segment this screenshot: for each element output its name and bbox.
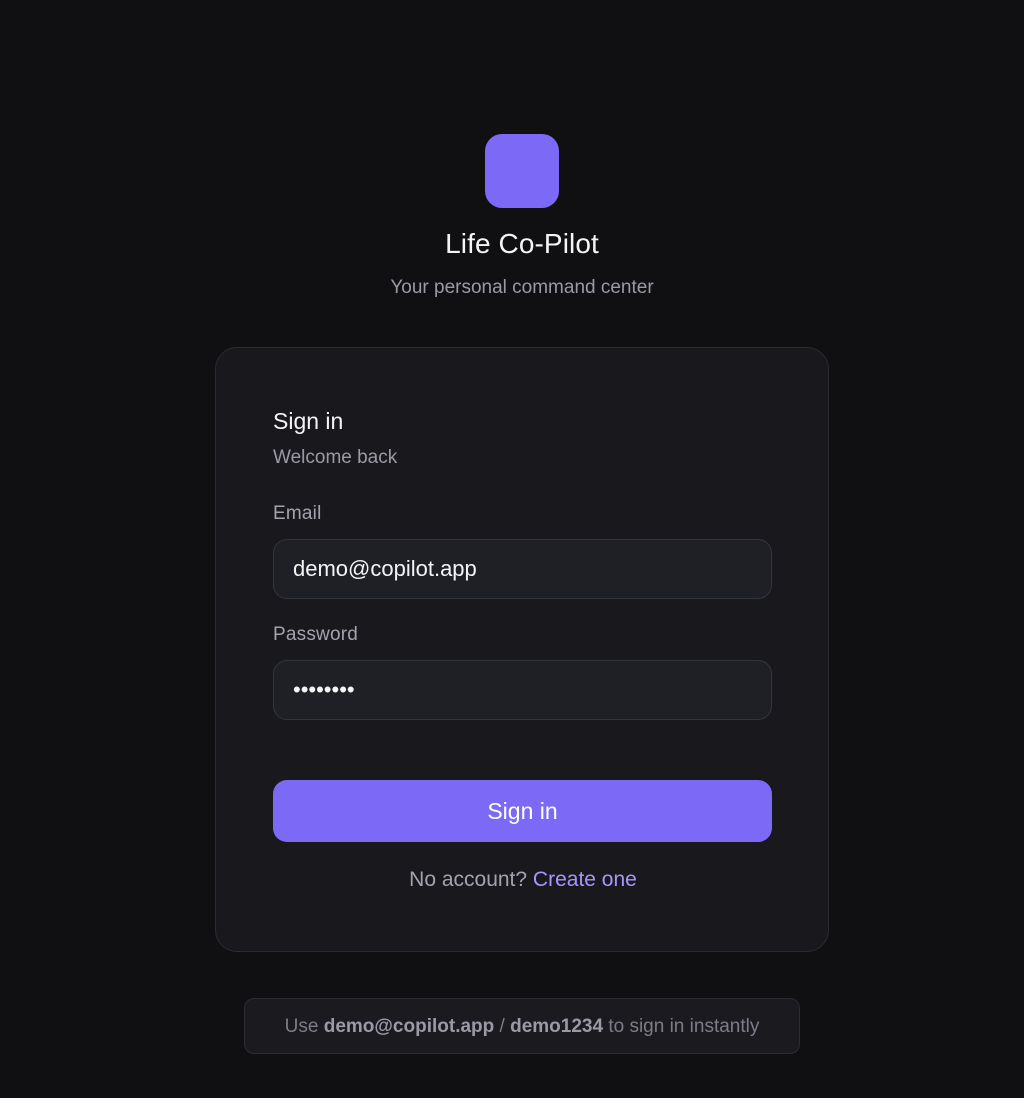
email-field[interactable]	[273, 539, 772, 599]
hint-prefix: Use	[284, 1016, 319, 1037]
password-field[interactable]	[273, 660, 772, 720]
hint-email: demo@copilot.app	[323, 1016, 495, 1037]
create-account-link[interactable]: Create one	[533, 868, 637, 891]
hint-separator: /	[499, 1016, 505, 1037]
signup-prompt: No account?	[409, 868, 528, 891]
demo-credentials-hint: Use demo@copilot.app / demo1234 to sign …	[244, 998, 800, 1054]
email-label: Email	[273, 503, 322, 524]
sign-in-button[interactable]: Sign in	[273, 780, 772, 842]
form-title: Sign in	[273, 408, 344, 434]
app-subtitle: Your personal command center	[390, 277, 654, 298]
password-label: Password	[273, 624, 359, 645]
app-title: Life Co-Pilot	[445, 228, 599, 259]
form-subtitle: Welcome back	[273, 447, 398, 468]
hint-password: demo1234	[510, 1016, 604, 1037]
sign-in-card: Sign in Welcome back Email Password Sign…	[215, 347, 829, 952]
login-page: Life Co-Pilot Your personal command cent…	[0, 0, 1024, 1098]
app-logo-icon	[485, 134, 559, 208]
signup-row: No account? Create one	[216, 868, 830, 892]
hint-suffix: to sign in instantly	[608, 1016, 760, 1037]
